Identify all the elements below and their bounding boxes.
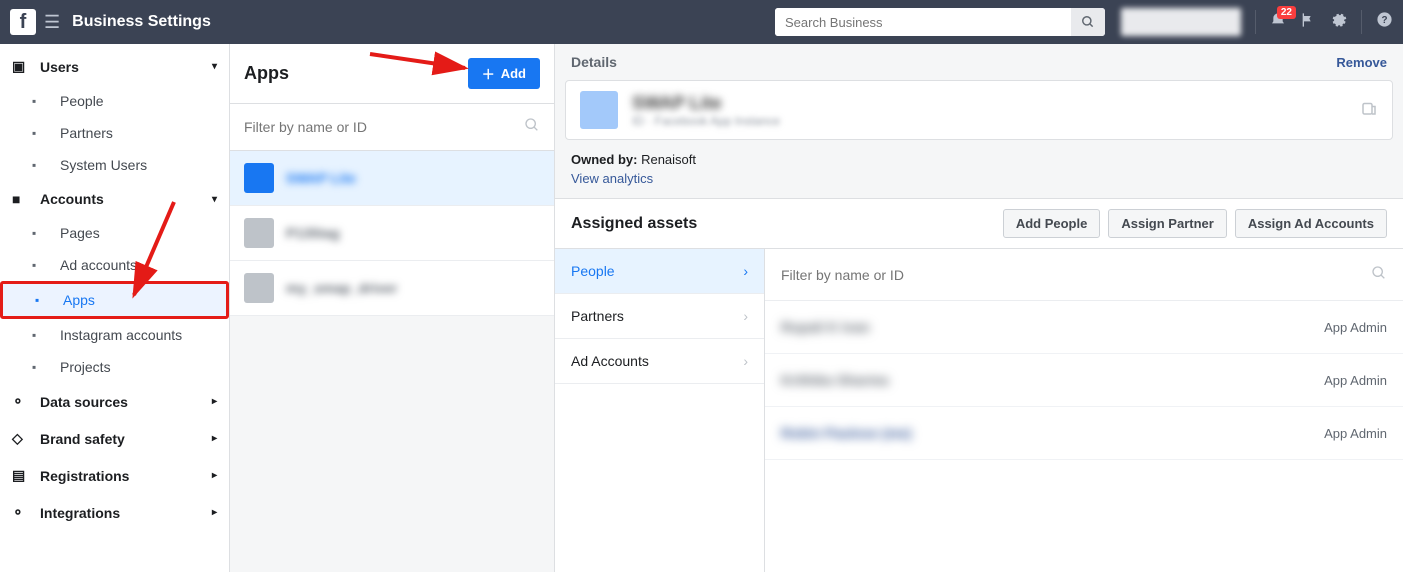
facebook-logo[interactable]: f [10,9,36,35]
app-row[interactable]: SWAP Lite [230,151,554,206]
app-row[interactable]: my_smap_driver [230,261,554,316]
app-thumb [244,218,274,248]
app-card: SWAP Lite ID · Facebook App Instance [565,80,1393,140]
topbar: f ☰ Business Settings 22 ? [0,0,1403,44]
add-button[interactable]: ＋ Add [468,58,540,89]
shield-icon: ◇ [12,430,30,447]
sidebar-section-brand-safety[interactable]: ◇ Brand safety ▸ [0,420,229,457]
sidebar-item-people[interactable]: ▪People [0,85,229,117]
user-role: App Admin [1324,320,1387,335]
app-name: SWAP Lite [632,93,780,114]
chevron-right-icon: ▸ [212,507,217,518]
app-subtitle: ID · Facebook App Instance [632,114,780,128]
remove-link[interactable]: Remove [1336,55,1387,70]
asset-tabs: People › Partners › Ad Accounts › [555,249,765,572]
flag-icon[interactable] [1300,12,1316,33]
users-icon: ▣ [12,58,30,75]
app-thumb [244,163,274,193]
sidebar-item-partners[interactable]: ▪Partners [0,117,229,149]
chevron-right-icon: › [743,308,748,324]
sidebar-item-instagram[interactable]: ▪Instagram accounts [0,319,229,351]
add-people-button[interactable]: Add People [1003,209,1101,238]
key-icon: ▪ [32,158,50,172]
tab-ad-accounts[interactable]: Ad Accounts › [555,339,764,384]
assigned-assets-heading: Assigned assets [571,215,697,233]
app-thumb [580,91,618,129]
user-role: App Admin [1324,426,1387,441]
hamburger-menu-icon[interactable]: ☰ [44,12,60,33]
user-row[interactable]: Rupali K Ivan App Admin [765,301,1403,354]
search-icon [524,117,540,138]
export-icon[interactable] [1360,99,1378,122]
chevron-down-icon: ▾ [212,61,217,72]
notifications-icon[interactable]: 22 [1270,12,1286,33]
section-label: Users [40,59,79,75]
sidebar-section-users[interactable]: ▣ Users ▾ [0,48,229,85]
user-chip[interactable] [1121,8,1241,36]
sidebar-item-projects[interactable]: ▪Projects [0,351,229,383]
section-label: Accounts [40,191,104,207]
plus-icon: ＋ [482,64,495,83]
sidebar-section-registrations[interactable]: ▤ Registrations ▸ [0,457,229,494]
sidebar-item-system-users[interactable]: ▪System Users [0,149,229,181]
tab-people[interactable]: People › [555,249,764,294]
app-row[interactable]: P135tag [230,206,554,261]
user-role: App Admin [1324,373,1387,388]
accounts-icon: ■ [12,191,30,207]
apps-filter[interactable] [230,103,554,151]
apps-column: Apps ＋ Add SWAP Lite P135tag my_sm [230,44,555,572]
assign-partner-button[interactable]: Assign Partner [1108,209,1226,238]
clipboard-icon: ▤ [12,467,30,484]
chevron-right-icon: › [743,263,748,279]
box-icon: ▪ [35,293,53,307]
briefcase-icon: ▪ [32,126,50,140]
folder-icon: ▪ [32,360,50,374]
users-filter-input[interactable] [781,267,1371,283]
user-row[interactable]: Krithika Sharma App Admin [765,354,1403,407]
chevron-right-icon: › [743,353,748,369]
sidebar-section-data-sources[interactable]: ⚬ Data sources ▸ [0,383,229,420]
sidebar: ▣ Users ▾ ▪People ▪Partners ▪System User… [0,44,230,572]
search-icon[interactable] [1071,8,1105,36]
tab-partners[interactable]: Partners › [555,294,764,339]
page-title: Business Settings [72,13,211,31]
chevron-right-icon: ▸ [212,470,217,481]
app-thumb [244,273,274,303]
card-icon: ▪ [32,258,50,272]
sidebar-item-apps[interactable]: ▪Apps [0,281,229,319]
person-icon: ▪ [32,94,50,108]
gear-icon[interactable] [1330,11,1347,33]
global-search[interactable] [775,8,1105,36]
detail-header: Details [571,54,617,70]
nodes-icon: ⚬ [12,504,30,521]
assign-ad-accounts-button[interactable]: Assign Ad Accounts [1235,209,1387,238]
chevron-down-icon: ▾ [212,194,217,205]
share-icon: ⚬ [12,393,30,410]
chevron-right-icon: ▸ [212,396,217,407]
svg-text:?: ? [1381,15,1387,26]
view-analytics-link[interactable]: View analytics [571,171,653,186]
owned-by-label: Owned by: Renaisoft [571,152,696,167]
detail-pane: Details Remove SWAP Lite ID · Facebook A… [555,44,1403,572]
user-row[interactable]: Robin Paulose (me) App Admin [765,407,1403,460]
instagram-icon: ▪ [32,328,50,342]
notification-badge: 22 [1277,6,1296,19]
global-search-input[interactable] [775,8,1071,36]
apps-heading: Apps [244,63,289,84]
users-filter[interactable] [765,249,1403,301]
sidebar-section-integrations[interactable]: ⚬ Integrations ▸ [0,494,229,531]
chevron-right-icon: ▸ [212,433,217,444]
apps-filter-input[interactable] [244,119,524,135]
sidebar-item-ad-accounts[interactable]: ▪Ad accounts [0,249,229,281]
sidebar-section-accounts[interactable]: ■ Accounts ▾ [0,181,229,217]
flag-icon: ▪ [32,226,50,240]
search-icon [1371,265,1387,284]
help-icon[interactable]: ? [1376,11,1393,33]
sidebar-item-pages[interactable]: ▪Pages [0,217,229,249]
